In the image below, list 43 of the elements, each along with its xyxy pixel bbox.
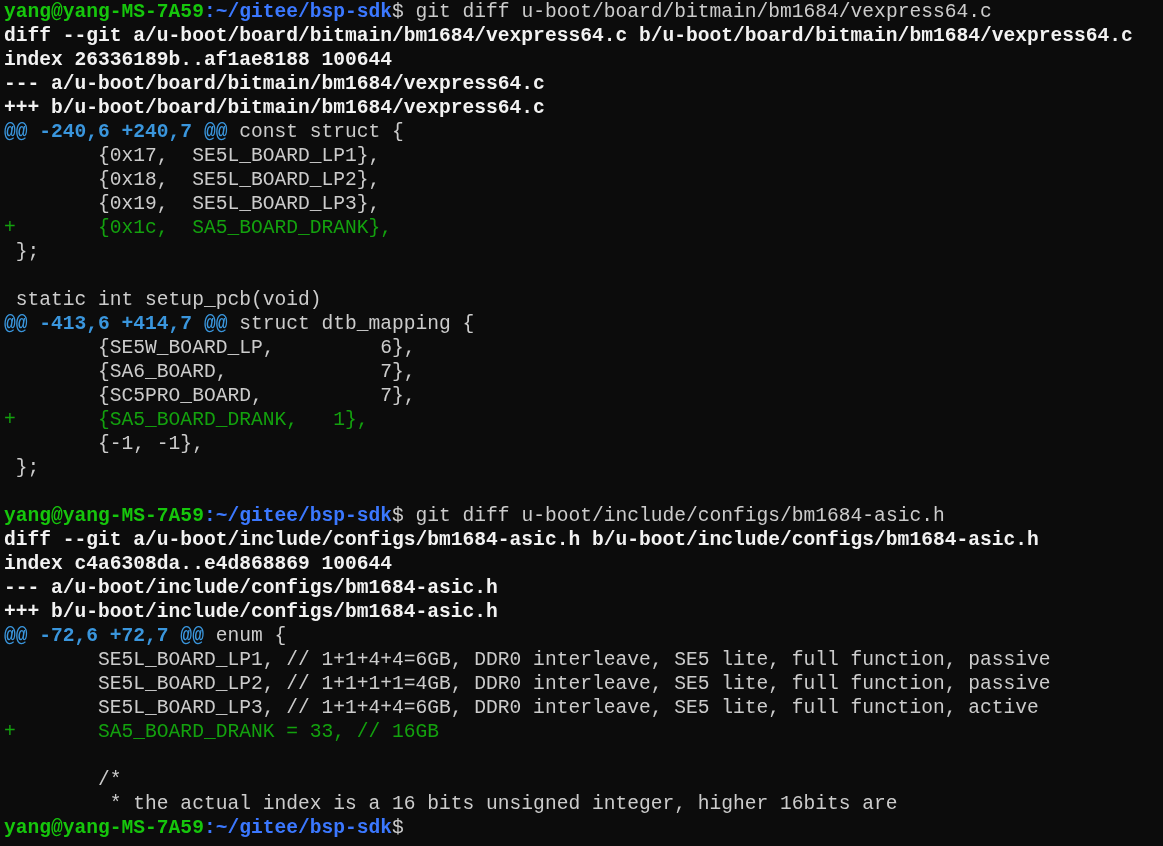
diff-header: index c4a6308da..e4d868869 100644	[4, 552, 393, 576]
hunk-header: @@ -72,6 +72,7 @@	[4, 624, 204, 648]
prompt-user-host: yang@yang-MS-7A59	[4, 0, 204, 24]
code-line: * the actual index is a 16 bits unsigned integer, higher 16bits are	[108, 792, 898, 816]
code-line: /*	[97, 768, 122, 792]
code-line: {SA6_BOARD, 7},	[97, 360, 416, 384]
added-line: + {0x1c, SA5_BOARD_DRANK},	[4, 216, 393, 240]
diff-header: diff --git a/u-boot/board/bitmain/bm1684/vexpress64.c b/u-boot/board/bitmain/bm1684/vexpress64.c	[4, 24, 1133, 48]
prompt-user-host: yang@yang-MS-7A59	[4, 816, 204, 840]
code-line: {SC5PRO_BOARD, 7},	[97, 384, 416, 408]
prompt-symbol: $	[392, 816, 404, 840]
hunk-header: @@ -240,6 +240,7 @@	[4, 120, 228, 144]
code-line: {0x17, SE5L_BOARD_LP1},	[97, 144, 381, 168]
diff-header: --- a/u-boot/board/bitmain/bm1684/vexpress64.c	[4, 72, 545, 96]
diff-header: +++ b/u-boot/board/bitmain/bm1684/vexpress64.c	[4, 96, 545, 120]
prompt-symbol: $	[392, 504, 404, 528]
code-line: SE5L_BOARD_LP3, // 1+1+4+4=6GB, DDR0 interleave, SE5 lite, full function, active	[97, 696, 1039, 720]
code-line: {-1, -1},	[97, 432, 204, 456]
hunk-context: struct dtb_mapping {	[238, 312, 475, 336]
diff-header: index 26336189b..af1ae8188 100644	[4, 48, 393, 72]
hunk-context: enum {	[214, 624, 287, 648]
code-line: };	[14, 240, 40, 264]
code-line: SE5L_BOARD_LP2, // 1+1+1+1=4GB, DDR0 interleave, SE5 lite, full function, passive	[97, 672, 1051, 696]
code-line: {SE5W_BOARD_LP, 6},	[97, 336, 416, 360]
hunk-context: const struct {	[238, 120, 404, 144]
command-text: git diff u-boot/board/bitmain/bm1684/vexpress64.c	[414, 0, 992, 24]
code-line: static int setup_pcb(void)	[14, 288, 322, 312]
code-line: SE5L_BOARD_LP1, // 1+1+4+4=6GB, DDR0 interleave, SE5 lite, full function, passive	[97, 648, 1051, 672]
diff-header: --- a/u-boot/include/configs/bm1684-asic.h	[4, 576, 498, 600]
diff-header: diff --git a/u-boot/include/configs/bm1684-asic.h b/u-boot/include/configs/bm1684-asic.h	[4, 528, 1039, 552]
prompt-path: :~/gitee/bsp-sdk	[203, 504, 393, 528]
command-text: git diff u-boot/include/configs/bm1684-asic.h	[414, 504, 945, 528]
hunk-header: @@ -413,6 +414,7 @@	[4, 312, 228, 336]
code-line: };	[14, 456, 40, 480]
code-line: {0x19, SE5L_BOARD_LP3},	[97, 192, 381, 216]
added-line: + SA5_BOARD_DRANK = 33, // 16GB	[4, 720, 440, 744]
added-line: + {SA5_BOARD_DRANK, 1},	[4, 408, 369, 432]
prompt-user-host: yang@yang-MS-7A59	[4, 504, 204, 528]
prompt-symbol: $	[392, 0, 404, 24]
prompt-path: :~/gitee/bsp-sdk	[203, 0, 393, 24]
prompt-path: :~/gitee/bsp-sdk	[203, 816, 393, 840]
code-line: {0x18, SE5L_BOARD_LP2},	[97, 168, 381, 192]
diff-header: +++ b/u-boot/include/configs/bm1684-asic.h	[4, 600, 498, 624]
